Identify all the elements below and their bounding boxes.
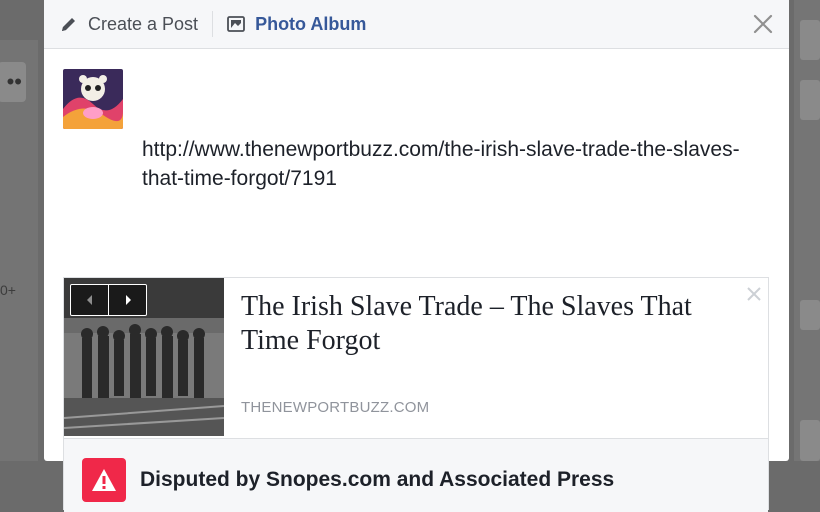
disputed-text: Disputed by Snopes.com and Associated Pr… — [140, 468, 615, 491]
tab-photo-album[interactable]: Photo Album — [227, 0, 366, 48]
background-right-column — [794, 0, 820, 461]
tab-create-post-label: Create a Post — [88, 13, 199, 34]
prev-arrow-icon[interactable] — [71, 285, 108, 315]
pencil-icon — [62, 18, 75, 31]
tab-create-post[interactable]: Create a Post — [44, 0, 198, 48]
avatar — [63, 69, 123, 129]
link-preview-card[interactable]: The Irish Slave Trade – The Slaves That … — [63, 277, 769, 512]
warning-icon — [82, 458, 126, 502]
dialog-header: Create a Post Photo Album — [44, 0, 789, 49]
composer-area[interactable]: http://www.thenewportbuzz.com/the-irish-… — [44, 49, 789, 512]
more-dots-icon[interactable]: •• — [0, 62, 26, 102]
preview-image — [64, 278, 224, 436]
next-arrow-icon[interactable] — [108, 285, 146, 315]
background-feed-column — [0, 40, 38, 461]
background-count: 0+ — [0, 282, 16, 298]
close-icon[interactable] — [751, 12, 775, 36]
link-domain: THENEWPORTBUZZ.COM — [241, 399, 430, 416]
photo-album-icon — [227, 16, 245, 32]
tab-photo-album-label: Photo Album — [255, 13, 367, 34]
image-nav — [70, 284, 147, 316]
remove-preview-icon[interactable] — [746, 286, 762, 302]
link-title[interactable]: The Irish Slave Trade – The Slaves That … — [241, 290, 746, 358]
create-post-dialog: Create a Post Photo Album http://www.the… — [44, 0, 789, 512]
tab-divider — [212, 11, 214, 37]
disputed-banner: Disputed by Snopes.com and Associated Pr… — [64, 438, 768, 512]
post-text[interactable]: http://www.thenewportbuzz.com/the-irish-… — [142, 135, 742, 193]
